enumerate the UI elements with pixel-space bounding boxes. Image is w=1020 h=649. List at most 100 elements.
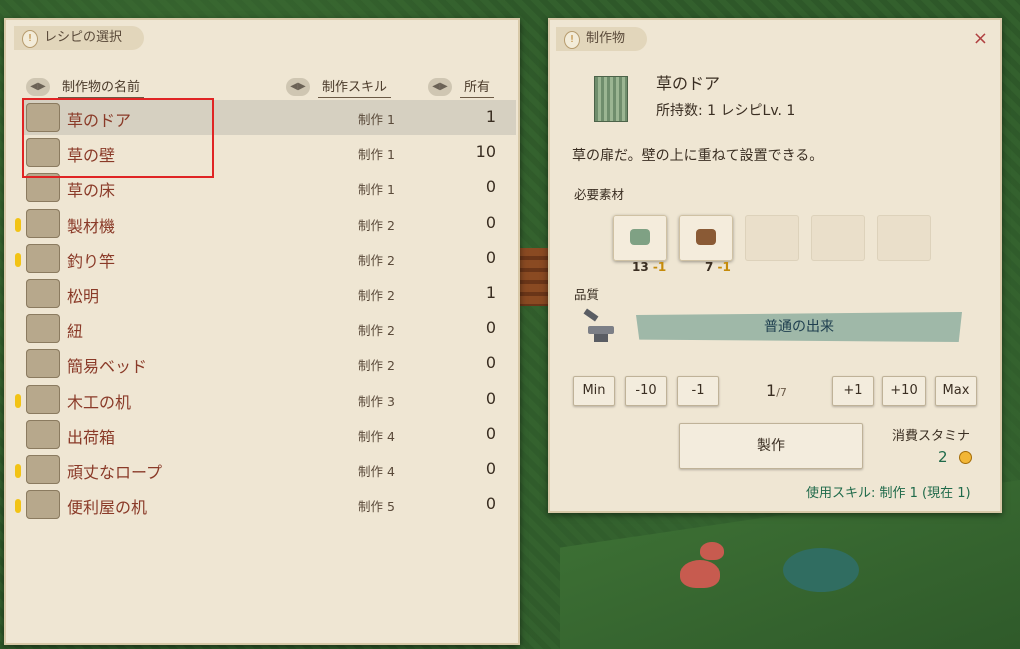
plus-10-button[interactable]: +10: [882, 376, 926, 406]
recipe-select-title-tab: ! レシピの選択: [14, 26, 145, 50]
recipe-owned: 0: [485, 458, 496, 478]
recipe-owned: 0: [485, 177, 496, 197]
torch-icon: [26, 278, 60, 308]
mushroom-rock: [700, 542, 724, 560]
wooden-bench: [518, 248, 552, 306]
stamina-coin-icon: [959, 451, 972, 464]
sort-name-header[interactable]: ◀▶ 制作物の名前: [26, 76, 145, 98]
recipe-row[interactable]: 便利屋の机 制作 5 0: [15, 487, 516, 522]
recipe-row[interactable]: 製材機 制作 2 0: [15, 206, 516, 241]
fishing-rod-icon: [26, 243, 60, 273]
recipe-owned: 0: [485, 247, 496, 267]
simple-bed-icon: [26, 349, 60, 379]
stamina-cost-value: 2: [938, 448, 948, 466]
sort-icon: ◀▶: [26, 78, 50, 96]
recipe-select-panel: ! レシピの選択 ◀▶ 制作物の名前 ◀▶ 制作スキル ◀▶ 所有 草のドア 制作 11…: [4, 18, 520, 645]
craft-detail-panel: ! 制作物 × 草のドア 所持数: 1 レシピLv. 1 草の扉だ。壁の上に重ね…: [548, 18, 1002, 513]
item-owned-and-level: 所持数: 1 レシピLv. 1: [656, 103, 796, 119]
quantity-current: 1: [766, 381, 777, 400]
recipe-skill: 制作 2: [358, 287, 395, 303]
recipe-row[interactable]: 紐 制作 2 0: [22, 311, 516, 346]
info-icon: !: [564, 31, 580, 49]
recipe-skill: 制作 2: [358, 358, 395, 374]
recipe-owned: 0: [485, 388, 496, 408]
recipe-skill: 制作 1: [358, 182, 395, 198]
recipe-owned: 0: [485, 353, 496, 373]
craft-detail-title: 制作物: [586, 31, 626, 46]
quantity-max: /7: [776, 386, 787, 399]
quality-value: 普通の出来: [636, 312, 962, 342]
recipe-skill: 制作 4: [358, 463, 395, 479]
material-have: 7: [705, 260, 714, 274]
recipe-name: 簡易ベッド: [67, 357, 148, 377]
recipe-skill: 制作 1: [358, 147, 395, 163]
mushroom-rock: [680, 560, 720, 588]
recipe-row[interactable]: 頑丈なロープ 制作 4 0: [15, 452, 516, 487]
quality-label: 品質: [574, 287, 600, 302]
handyman-desk-icon: [26, 490, 60, 520]
material-count: 7 -1: [705, 260, 731, 274]
material-have: 13: [632, 260, 649, 274]
material-slot[interactable]: [679, 215, 733, 261]
recipe-owned: 10: [475, 142, 496, 162]
material-slot-empty: [811, 215, 865, 261]
material-count: 13 -1: [632, 260, 666, 274]
recipe-skill: 制作 5: [358, 499, 395, 515]
recipe-row[interactable]: 松明 制作 2 1: [22, 276, 516, 311]
max-button[interactable]: Max: [935, 376, 977, 406]
shipping-box-icon: [26, 419, 60, 449]
minus-10-button[interactable]: -10: [625, 376, 667, 406]
sort-icon: ◀▶: [286, 78, 310, 96]
owned-column-label: 所有: [460, 76, 495, 98]
recipe-skill: 制作 1: [358, 112, 395, 127]
material-need: -1: [717, 260, 731, 274]
minus-1-button[interactable]: -1: [677, 376, 719, 406]
recipe-name: 草の床: [67, 181, 116, 201]
recipe-name: 頑丈なロープ: [67, 462, 163, 482]
recipe-owned: 0: [485, 494, 496, 514]
alert-icon: [15, 252, 21, 267]
recipe-name: 紐: [67, 322, 84, 342]
pond: [783, 548, 859, 592]
name-column-label: 制作物の名前: [58, 76, 145, 98]
material-need: -1: [652, 260, 667, 274]
recipe-name: 松明: [67, 286, 100, 306]
alert-icon: [15, 499, 21, 514]
alert-icon: [15, 463, 21, 478]
recipe-row[interactable]: 出荷箱 制作 4 0: [22, 417, 516, 452]
recipe-owned: 1: [485, 282, 496, 302]
anvil-icon: [582, 308, 618, 342]
craft-detail-title-tab: ! 制作物: [556, 27, 648, 51]
sort-owned-header[interactable]: ◀▶ 所有: [428, 76, 495, 98]
recipe-row[interactable]: 釣り竿 制作 2 0: [15, 241, 516, 276]
craft-button[interactable]: 製作: [679, 423, 863, 469]
sort-skill-header[interactable]: ◀▶ 制作スキル: [286, 76, 392, 98]
stamina-cost-label: 消費スタミナ: [892, 429, 971, 444]
sort-icon: ◀▶: [428, 78, 452, 96]
materials-label: 必要素材: [574, 187, 625, 202]
min-button[interactable]: Min: [573, 376, 615, 406]
quantity-display: 1/7: [766, 381, 787, 400]
used-skill-line: 使用スキル: 制作 1 (現在 1): [806, 486, 971, 501]
skill-column-label: 制作スキル: [318, 76, 392, 98]
selection-highlight-box: [22, 98, 214, 178]
close-icon[interactable]: ×: [973, 28, 988, 49]
info-icon: !: [22, 30, 38, 48]
recipe-skill: 制作 3: [358, 393, 395, 409]
recipe-row[interactable]: 木工の机 制作 3 0: [15, 382, 516, 417]
recipe-name: 便利屋の机: [67, 498, 148, 518]
recipe-owned: 1: [485, 107, 496, 126]
recipe-select-title: レシピの選択: [44, 30, 123, 45]
plus-1-button[interactable]: +1: [832, 376, 874, 406]
material-slot[interactable]: [613, 215, 667, 261]
material-slot-empty: [877, 215, 931, 261]
recipe-row[interactable]: 簡易ベッド 制作 2 0: [22, 346, 516, 381]
recipe-skill: 制作 2: [358, 217, 395, 233]
recipe-owned: 0: [485, 318, 496, 338]
alert-icon: [15, 217, 21, 232]
recipe-skill: 制作 2: [358, 323, 395, 339]
grass-door-icon: [594, 76, 628, 122]
recipe-owned: 0: [485, 423, 496, 443]
recipe-skill: 制作 4: [358, 428, 395, 444]
material-slot-empty: [745, 215, 799, 261]
